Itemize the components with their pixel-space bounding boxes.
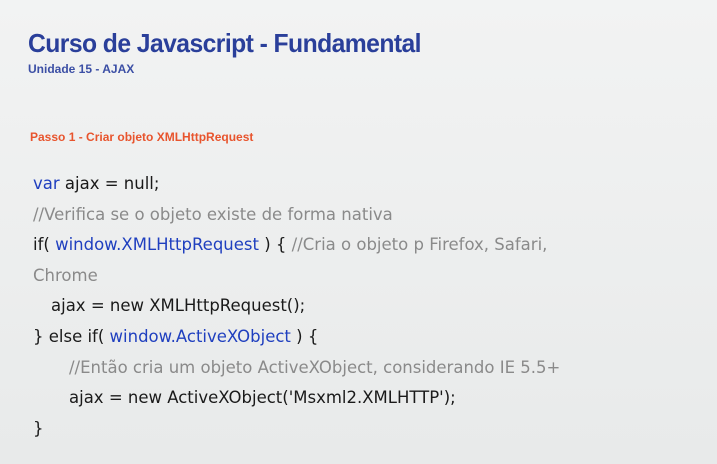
code-line-2: //Verifica se o objeto existe de forma n…: [33, 200, 693, 231]
code-line-9: }: [33, 414, 693, 445]
code-comment: //Cria o objeto p Firefox, Safari,: [291, 235, 548, 255]
code-line-8: ajax = new ActiveXObject('Msxml2.XMLHTTP…: [33, 383, 693, 414]
code-block: var ajax = null; //Verifica se o objeto …: [33, 169, 693, 444]
code-text: ajax = new XMLHttpRequest();: [51, 296, 306, 316]
code-text: }: [33, 418, 44, 438]
code-text: ajax = new ActiveXObject('Msxml2.XMLHTTP…: [69, 388, 456, 408]
code-line-4: Chrome: [33, 261, 693, 292]
code-line-7: //Então cria um objeto ActiveXObject, co…: [33, 353, 693, 384]
keyword-var: var: [33, 174, 60, 193]
code-text: if(: [33, 235, 56, 255]
code-line-6: } else if( window.ActiveXObject ) {: [33, 322, 693, 353]
slide-subtitle: Unidade 15 - AJAX: [28, 62, 135, 76]
keyword-activexobject: window.ActiveXObject: [109, 326, 291, 346]
code-text: ajax = null;: [59, 174, 160, 193]
code-line-5: ajax = new XMLHttpRequest();: [33, 291, 693, 322]
code-text: } else if(: [33, 326, 110, 346]
code-text: ) {: [290, 326, 319, 346]
code-text: ) {: [258, 235, 292, 255]
step-heading: Passo 1 - Criar objeto XMLHttpRequest: [30, 130, 254, 144]
code-comment: Chrome: [33, 265, 98, 285]
slide-title: Curso de Javascript - Fundamental: [28, 28, 422, 58]
code-comment: //Verifica se o objeto existe de forma n…: [33, 204, 393, 224]
code-comment: //Então cria um objeto ActiveXObject, co…: [69, 357, 561, 377]
slide: Curso de Javascript - Fundamental Unidad…: [0, 0, 717, 464]
code-line-1: var ajax = null;: [33, 169, 693, 200]
keyword-xmlhttprequest: window.XMLHttpRequest: [55, 235, 259, 255]
code-line-3: if( window.XMLHttpRequest ) { //Cria o o…: [33, 230, 693, 261]
